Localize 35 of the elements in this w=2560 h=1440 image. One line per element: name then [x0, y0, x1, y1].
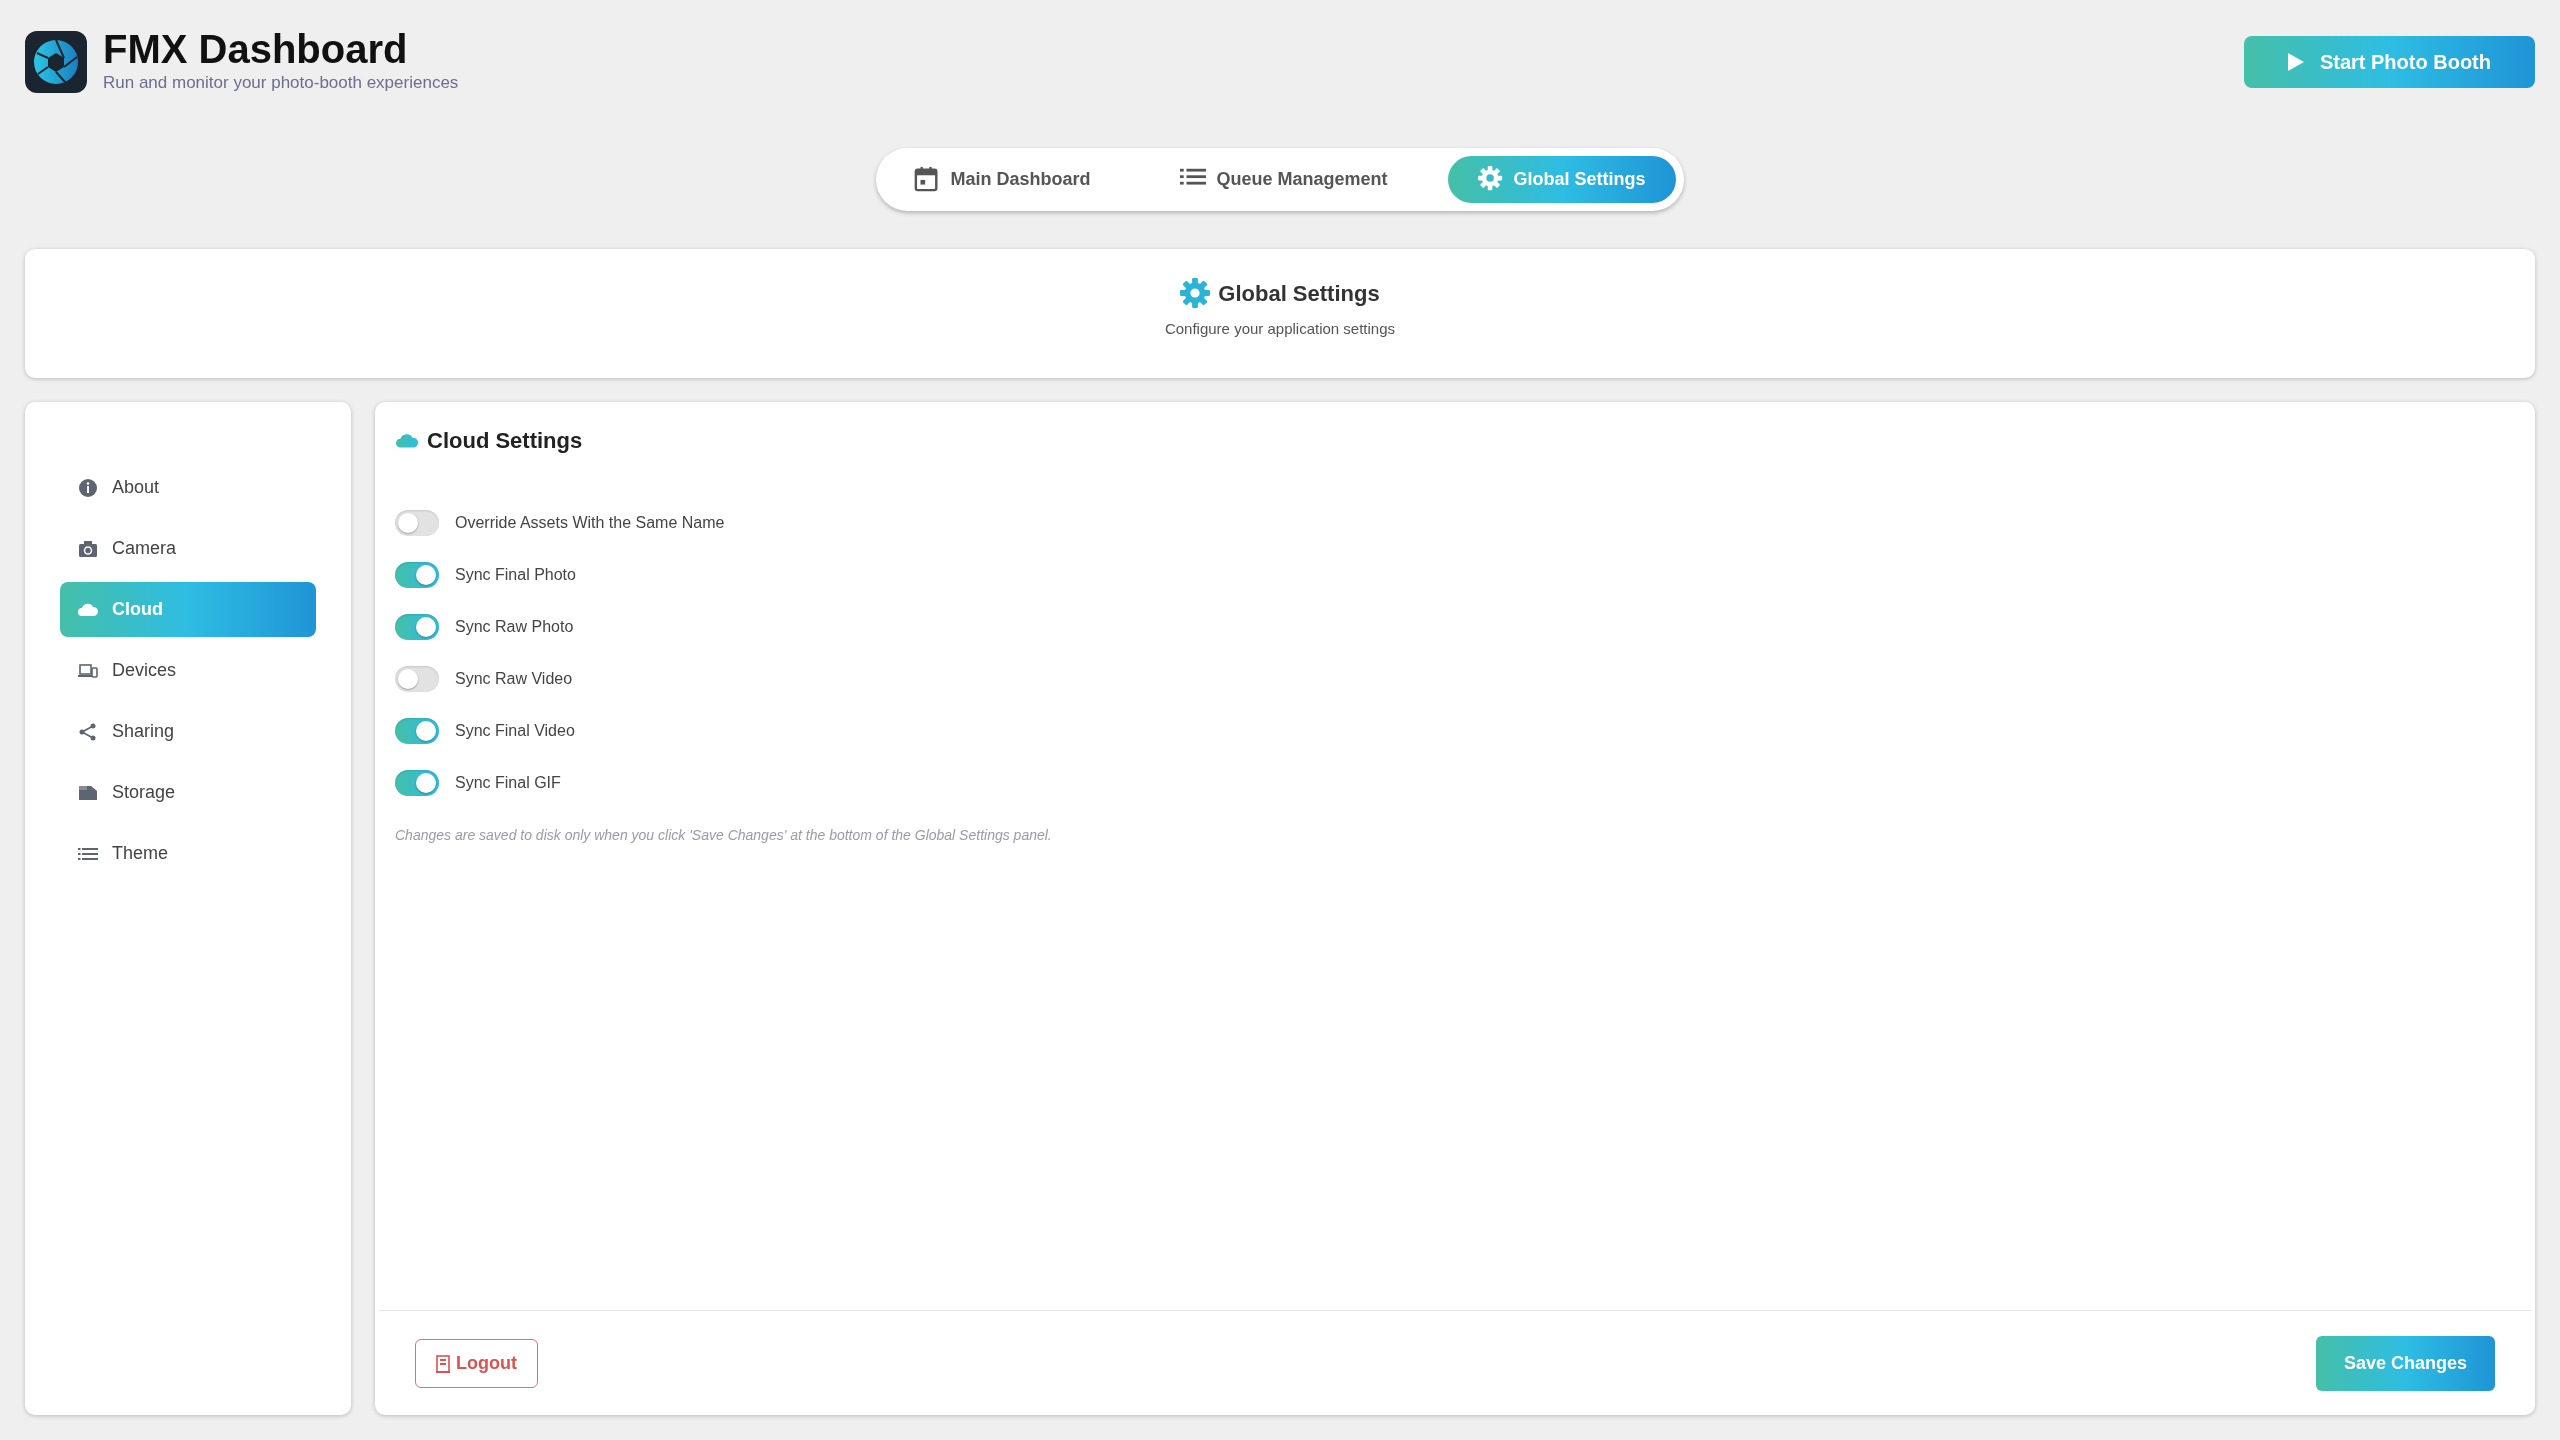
- app-logo-icon: [25, 30, 87, 93]
- sidebar-item[interactable]: Theme: [60, 826, 316, 881]
- sidebar-item[interactable]: About: [60, 460, 316, 515]
- sidebar-item[interactable]: Storage: [60, 765, 316, 820]
- info-icon: [78, 477, 98, 498]
- setting-label: Sync Raw Video: [455, 669, 573, 689]
- share-icon: [78, 721, 98, 742]
- setting-label: Sync Final GIF: [455, 773, 561, 793]
- sidebar-item[interactable]: Camera: [60, 521, 316, 576]
- setting-label: Sync Final Photo: [455, 565, 576, 585]
- camera-icon: [78, 538, 98, 559]
- section-title: Cloud Settings: [427, 427, 583, 455]
- app-title: FMX Dashboard: [103, 28, 409, 70]
- settings-icon: [1477, 166, 1504, 192]
- setting-label: Sync Final Video: [455, 721, 575, 741]
- nav-tab[interactable]: Main Dashboard: [884, 155, 1121, 203]
- settings-icon: [1180, 278, 1211, 308]
- setting-label: Sync Raw Photo: [455, 617, 574, 637]
- toggle-switch[interactable]: [395, 718, 439, 744]
- sidebar-item[interactable]: Sharing: [60, 704, 316, 759]
- page-subtitle: Configure your application settings: [1163, 318, 1397, 339]
- nav-tab[interactable]: Queue Management: [1150, 155, 1418, 203]
- setting-label: Override Assets With the Same Name: [455, 513, 725, 533]
- toggle-switch[interactable]: [395, 666, 439, 692]
- app-subtitle: Run and monitor your photo-booth experiences: [103, 72, 459, 94]
- toggle-switch[interactable]: [395, 510, 439, 536]
- sidebar-item[interactable]: Devices: [60, 643, 316, 698]
- toggle-switch[interactable]: [395, 562, 439, 588]
- toggle-switch[interactable]: [395, 770, 439, 796]
- door-icon: [436, 1354, 450, 1373]
- hint-text: Changes are saved to disk only when you click 'Save Changes' at the bottom of the Global Settings panel.: [395, 826, 1053, 845]
- play-icon: [2287, 53, 2304, 71]
- logout-button[interactable]: Logout: [415, 1339, 538, 1388]
- page-title: Global Settings: [1218, 279, 1380, 308]
- toggle-switch[interactable]: [395, 614, 439, 640]
